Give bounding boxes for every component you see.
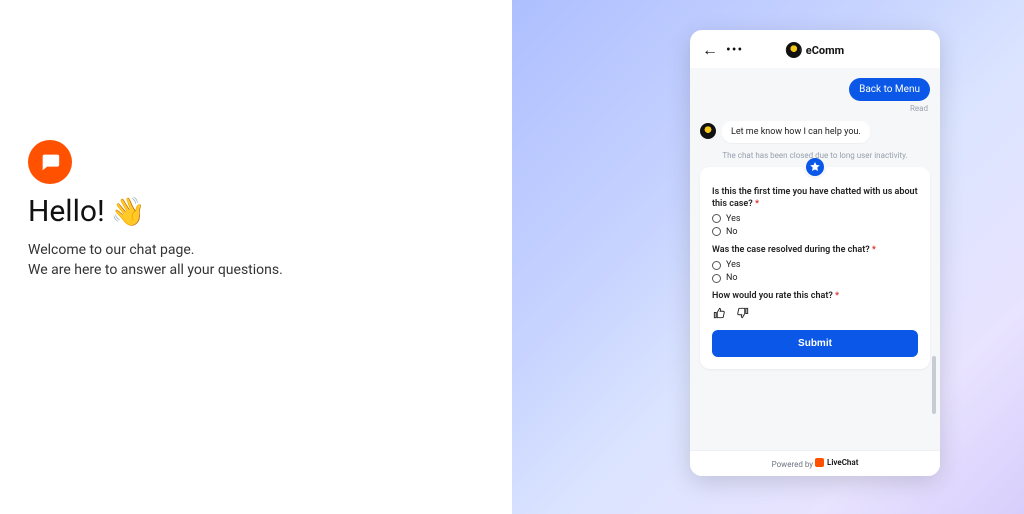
footer-brand-text: LiveChat [827, 458, 858, 467]
chat-bubble-icon [28, 140, 72, 184]
q1-option-yes[interactable]: Yes [712, 214, 918, 224]
survey-q3: How would you rate this chat? * [712, 291, 918, 320]
agent-message-row: Let me know how I can help you. [700, 121, 930, 143]
agent-message: Let me know how I can help you. [722, 121, 870, 143]
brand-name: eComm [806, 44, 844, 57]
back-to-menu-button[interactable]: Back to Menu [849, 78, 930, 101]
survey-q1: Is this the first time you have chatted … [712, 187, 918, 237]
welcome-line-1: Welcome to our chat page. [28, 241, 512, 261]
chat-body: Back to Menu Read Let me know how I can … [690, 68, 940, 450]
q2-opt-yes-label: Yes [726, 260, 741, 270]
footer-prefix: Powered by [772, 460, 813, 469]
chat-widget: ← ••• eComm Back to Menu Read Let me kno… [690, 30, 940, 476]
hello-text: Hello! [28, 194, 105, 229]
thumbs-down-icon[interactable] [736, 306, 750, 320]
q2-required: * [872, 245, 876, 255]
chat-footer: Powered by LiveChat [690, 450, 940, 476]
q2-option-no[interactable]: No [712, 273, 918, 283]
footer-brand-link[interactable]: LiveChat [815, 458, 858, 467]
q1-text: Is this the first time you have chatted … [712, 187, 918, 208]
agent-avatar-icon [700, 123, 716, 139]
gradient-backdrop: ← ••• eComm Back to Menu Read Let me kno… [512, 0, 1024, 514]
radio-icon [712, 227, 721, 236]
landing-left-pane: Hello! 👋 Welcome to our chat page. We ar… [0, 0, 512, 514]
survey-q2: Was the case resolved during the chat? *… [712, 245, 918, 283]
read-receipt: Read [700, 104, 928, 113]
livechat-logo-icon [815, 458, 824, 467]
q1-required: * [755, 199, 759, 209]
back-arrow-icon[interactable]: ← [702, 40, 718, 60]
brand-block: eComm [786, 42, 844, 58]
radio-icon [712, 214, 721, 223]
brand-avatar-icon [786, 42, 802, 58]
q3-text: How would you rate this chat? [712, 291, 833, 301]
submit-button[interactable]: Submit [712, 330, 918, 357]
welcome-line-2: We are here to answer all your questions… [28, 261, 512, 281]
more-options-icon[interactable]: ••• [726, 42, 743, 58]
wave-emoji-icon: 👋 [111, 195, 146, 228]
q1-option-no[interactable]: No [712, 227, 918, 237]
thumbs-up-icon[interactable] [712, 306, 726, 320]
q3-required: * [835, 291, 839, 301]
q2-opt-no-label: No [726, 273, 738, 283]
scrollbar-thumb[interactable] [932, 356, 936, 414]
radio-icon [712, 261, 721, 270]
survey-card: Is this the first time you have chatted … [700, 167, 930, 369]
chat-header: ← ••• eComm [690, 30, 940, 68]
hello-heading: Hello! 👋 [28, 194, 512, 229]
q2-text: Was the case resolved during the chat? [712, 245, 870, 255]
q1-opt-no-label: No [726, 227, 738, 237]
q2-option-yes[interactable]: Yes [712, 260, 918, 270]
q1-opt-yes-label: Yes [726, 214, 741, 224]
radio-icon [712, 274, 721, 283]
